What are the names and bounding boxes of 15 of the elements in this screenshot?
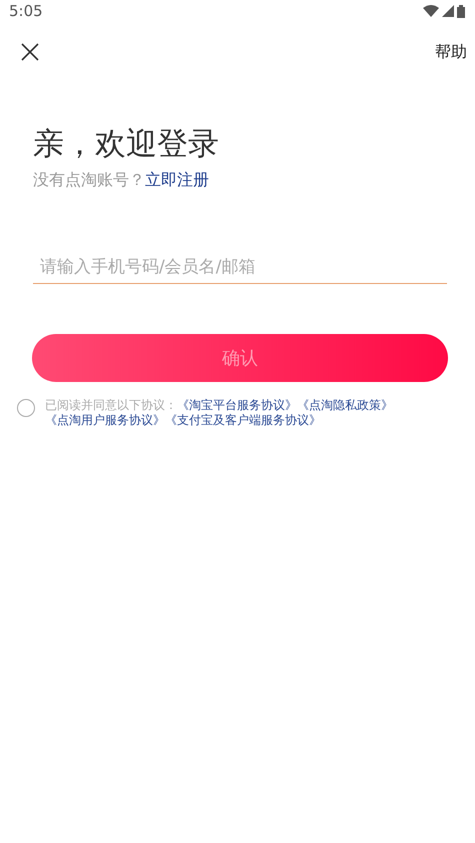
agreement-link[interactable]: 《支付宝及客户端服务协议》: [165, 413, 321, 427]
agreement-text: 已阅读并同意以下协议：《淘宝平台服务协议》《点淘隐私政策》 《点淘用户服务协议》《支付宝及客户端服务协议》: [45, 398, 394, 428]
agreement-checkbox[interactable]: [17, 399, 35, 417]
status-time: 5:05: [9, 2, 43, 20]
close-button[interactable]: [20, 42, 40, 62]
agreement-link[interactable]: 《点淘隐私政策》: [297, 398, 393, 412]
register-link[interactable]: 立即注册: [145, 170, 209, 191]
agreement-link[interactable]: 《淘宝平台服务协议》: [177, 398, 297, 412]
help-link[interactable]: 帮助: [435, 42, 467, 62]
signal-icon: [442, 5, 454, 17]
register-prompt: 没有点淘账号？: [33, 170, 145, 191]
welcome-title: 亲，欢迎登录: [33, 125, 220, 164]
agreement-link[interactable]: 《点淘用户服务协议》: [45, 413, 165, 427]
battery-icon: [457, 4, 465, 18]
wifi-icon: [423, 5, 439, 17]
